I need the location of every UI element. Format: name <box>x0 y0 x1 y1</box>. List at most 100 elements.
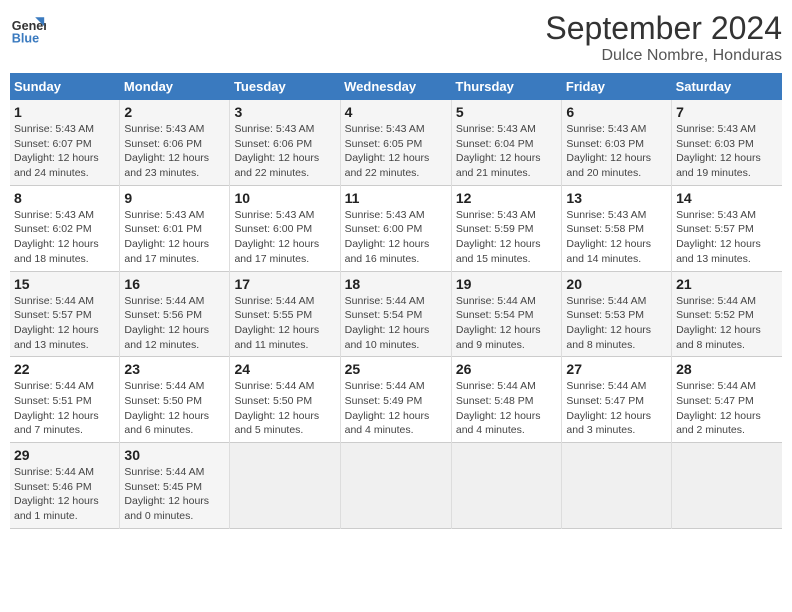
calendar-cell: 17 Sunrise: 5:44 AM Sunset: 5:55 PM Dayli… <box>230 271 340 357</box>
day-info: Sunrise: 5:43 AM Sunset: 6:01 PM Dayligh… <box>124 208 225 267</box>
col-wednesday: Wednesday <box>340 73 451 100</box>
day-info: Sunrise: 5:44 AM Sunset: 5:50 PM Dayligh… <box>124 379 225 438</box>
month-title: September 2024 <box>545 10 782 47</box>
day-number: 17 <box>234 276 335 292</box>
calendar-cell: 19Sunrise: 5:44 AM Sunset: 5:54 PM Dayli… <box>451 271 562 357</box>
col-thursday: Thursday <box>451 73 562 100</box>
day-number: 26 <box>456 361 558 377</box>
day-info: Sunrise: 5:44 AM Sunset: 5:54 PM Dayligh… <box>456 294 558 353</box>
calendar-cell: 24 Sunrise: 5:44 AM Sunset: 5:50 PM Dayli… <box>230 357 340 443</box>
svg-text:Blue: Blue <box>12 31 39 45</box>
day-info: Sunrise: 5:43 AM Sunset: 6:03 PM Dayligh… <box>676 122 778 181</box>
calendar-week-2: 8 Sunrise: 5:43 AM Sunset: 6:02 PM Daylig… <box>10 185 782 271</box>
day-info: Sunrise: 5:43 AM Sunset: 6:05 PM Dayligh… <box>345 122 447 181</box>
day-number: 15 <box>14 276 115 292</box>
calendar-cell <box>451 443 562 529</box>
day-number: 13 <box>566 190 667 206</box>
day-info: Sunrise: 5:43 AM Sunset: 6:06 PM Dayligh… <box>234 122 335 181</box>
logo-icon: General Blue <box>10 10 46 46</box>
day-info: Sunrise: 5:43 AM Sunset: 5:59 PM Dayligh… <box>456 208 558 267</box>
calendar-cell: 3 Sunrise: 5:43 AM Sunset: 6:06 PM Daylig… <box>230 100 340 185</box>
day-info: Sunrise: 5:43 AM Sunset: 6:07 PM Dayligh… <box>14 122 115 181</box>
calendar-week-4: 22 Sunrise: 5:44 AM Sunset: 5:51 PM Dayli… <box>10 357 782 443</box>
calendar-cell: 21 Sunrise: 5:44 AM Sunset: 5:52 PM Dayli… <box>672 271 782 357</box>
day-number: 24 <box>234 361 335 377</box>
day-number: 10 <box>234 190 335 206</box>
day-number: 16 <box>124 276 225 292</box>
day-info: Sunrise: 5:44 AM Sunset: 5:52 PM Dayligh… <box>676 294 778 353</box>
day-number: 6 <box>566 104 667 120</box>
day-info: Sunrise: 5:43 AM Sunset: 5:58 PM Dayligh… <box>566 208 667 267</box>
calendar-cell: 18Sunrise: 5:44 AM Sunset: 5:54 PM Dayli… <box>340 271 451 357</box>
calendar-cell: 20 Sunrise: 5:44 AM Sunset: 5:53 PM Dayli… <box>562 271 672 357</box>
calendar-cell: 29 Sunrise: 5:44 AM Sunset: 5:46 PM Dayli… <box>10 443 120 529</box>
day-number: 9 <box>124 190 225 206</box>
calendar-cell: 2 Sunrise: 5:43 AM Sunset: 6:06 PM Daylig… <box>120 100 230 185</box>
day-info: Sunrise: 5:44 AM Sunset: 5:50 PM Dayligh… <box>234 379 335 438</box>
calendar-cell: 28Sunrise: 5:44 AM Sunset: 5:47 PM Dayli… <box>672 357 782 443</box>
day-number: 20 <box>566 276 667 292</box>
calendar-week-1: 1 Sunrise: 5:43 AM Sunset: 6:07 PM Daylig… <box>10 100 782 185</box>
day-number: 2 <box>124 104 225 120</box>
day-number: 25 <box>345 361 447 377</box>
header-row: Sunday Monday Tuesday Wednesday Thursday… <box>10 73 782 100</box>
day-number: 3 <box>234 104 335 120</box>
calendar-cell: 26Sunrise: 5:44 AM Sunset: 5:48 PM Dayli… <box>451 357 562 443</box>
day-number: 29 <box>14 447 115 463</box>
day-number: 30 <box>124 447 225 463</box>
day-info: Sunrise: 5:43 AM Sunset: 6:04 PM Dayligh… <box>456 122 558 181</box>
calendar-cell <box>672 443 782 529</box>
day-info: Sunrise: 5:43 AM Sunset: 6:06 PM Dayligh… <box>124 122 225 181</box>
calendar-week-3: 15 Sunrise: 5:44 AM Sunset: 5:57 PM Dayli… <box>10 271 782 357</box>
day-number: 18 <box>345 276 447 292</box>
day-number: 1 <box>14 104 115 120</box>
day-info: Sunrise: 5:44 AM Sunset: 5:51 PM Dayligh… <box>14 379 115 438</box>
calendar-cell: 12 Sunrise: 5:43 AM Sunset: 5:59 PM Dayli… <box>451 185 562 271</box>
logo: General Blue <box>10 10 46 46</box>
day-info: Sunrise: 5:44 AM Sunset: 5:57 PM Dayligh… <box>14 294 115 353</box>
day-number: 22 <box>14 361 115 377</box>
calendar-cell: 15 Sunrise: 5:44 AM Sunset: 5:57 PM Dayli… <box>10 271 120 357</box>
calendar-cell: 25 Sunrise: 5:44 AM Sunset: 5:49 PM Dayli… <box>340 357 451 443</box>
calendar-cell: 14 Sunrise: 5:43 AM Sunset: 5:57 PM Dayli… <box>672 185 782 271</box>
day-info: Sunrise: 5:44 AM Sunset: 5:47 PM Dayligh… <box>566 379 667 438</box>
calendar-cell: 9 Sunrise: 5:43 AM Sunset: 6:01 PM Daylig… <box>120 185 230 271</box>
day-number: 7 <box>676 104 778 120</box>
day-info: Sunrise: 5:44 AM Sunset: 5:49 PM Dayligh… <box>345 379 447 438</box>
calendar-cell <box>230 443 340 529</box>
calendar-cell: 30 Sunrise: 5:44 AM Sunset: 5:45 PM Dayli… <box>120 443 230 529</box>
calendar-cell: 1 Sunrise: 5:43 AM Sunset: 6:07 PM Daylig… <box>10 100 120 185</box>
day-number: 28 <box>676 361 778 377</box>
day-number: 23 <box>124 361 225 377</box>
calendar-cell: 6 Sunrise: 5:43 AM Sunset: 6:03 PM Daylig… <box>562 100 672 185</box>
day-number: 27 <box>566 361 667 377</box>
day-info: Sunrise: 5:44 AM Sunset: 5:45 PM Dayligh… <box>124 465 225 524</box>
calendar-cell: 23 Sunrise: 5:44 AM Sunset: 5:50 PM Dayli… <box>120 357 230 443</box>
calendar-week-5: 29 Sunrise: 5:44 AM Sunset: 5:46 PM Dayli… <box>10 443 782 529</box>
day-info: Sunrise: 5:43 AM Sunset: 5:57 PM Dayligh… <box>676 208 778 267</box>
calendar-cell <box>340 443 451 529</box>
day-number: 8 <box>14 190 115 206</box>
day-number: 12 <box>456 190 558 206</box>
day-number: 4 <box>345 104 447 120</box>
day-info: Sunrise: 5:44 AM Sunset: 5:55 PM Dayligh… <box>234 294 335 353</box>
day-number: 14 <box>676 190 778 206</box>
day-info: Sunrise: 5:43 AM Sunset: 6:00 PM Dayligh… <box>234 208 335 267</box>
calendar-cell: 27 Sunrise: 5:44 AM Sunset: 5:47 PM Dayli… <box>562 357 672 443</box>
calendar-cell: 10 Sunrise: 5:43 AM Sunset: 6:00 PM Dayli… <box>230 185 340 271</box>
calendar-cell <box>562 443 672 529</box>
day-info: Sunrise: 5:44 AM Sunset: 5:53 PM Dayligh… <box>566 294 667 353</box>
calendar-cell: 11Sunrise: 5:43 AM Sunset: 6:00 PM Dayli… <box>340 185 451 271</box>
calendar-table: Sunday Monday Tuesday Wednesday Thursday… <box>10 73 782 529</box>
calendar-cell: 5 Sunrise: 5:43 AM Sunset: 6:04 PM Daylig… <box>451 100 562 185</box>
day-number: 5 <box>456 104 558 120</box>
title-block: September 2024 Dulce Nombre, Honduras <box>545 10 782 65</box>
col-sunday: Sunday <box>10 73 120 100</box>
day-info: Sunrise: 5:43 AM Sunset: 6:00 PM Dayligh… <box>345 208 447 267</box>
day-info: Sunrise: 5:43 AM Sunset: 6:02 PM Dayligh… <box>14 208 115 267</box>
col-saturday: Saturday <box>672 73 782 100</box>
calendar-cell: 13 Sunrise: 5:43 AM Sunset: 5:58 PM Dayli… <box>562 185 672 271</box>
day-info: Sunrise: 5:43 AM Sunset: 6:03 PM Dayligh… <box>566 122 667 181</box>
day-info: Sunrise: 5:44 AM Sunset: 5:46 PM Dayligh… <box>14 465 115 524</box>
day-number: 21 <box>676 276 778 292</box>
